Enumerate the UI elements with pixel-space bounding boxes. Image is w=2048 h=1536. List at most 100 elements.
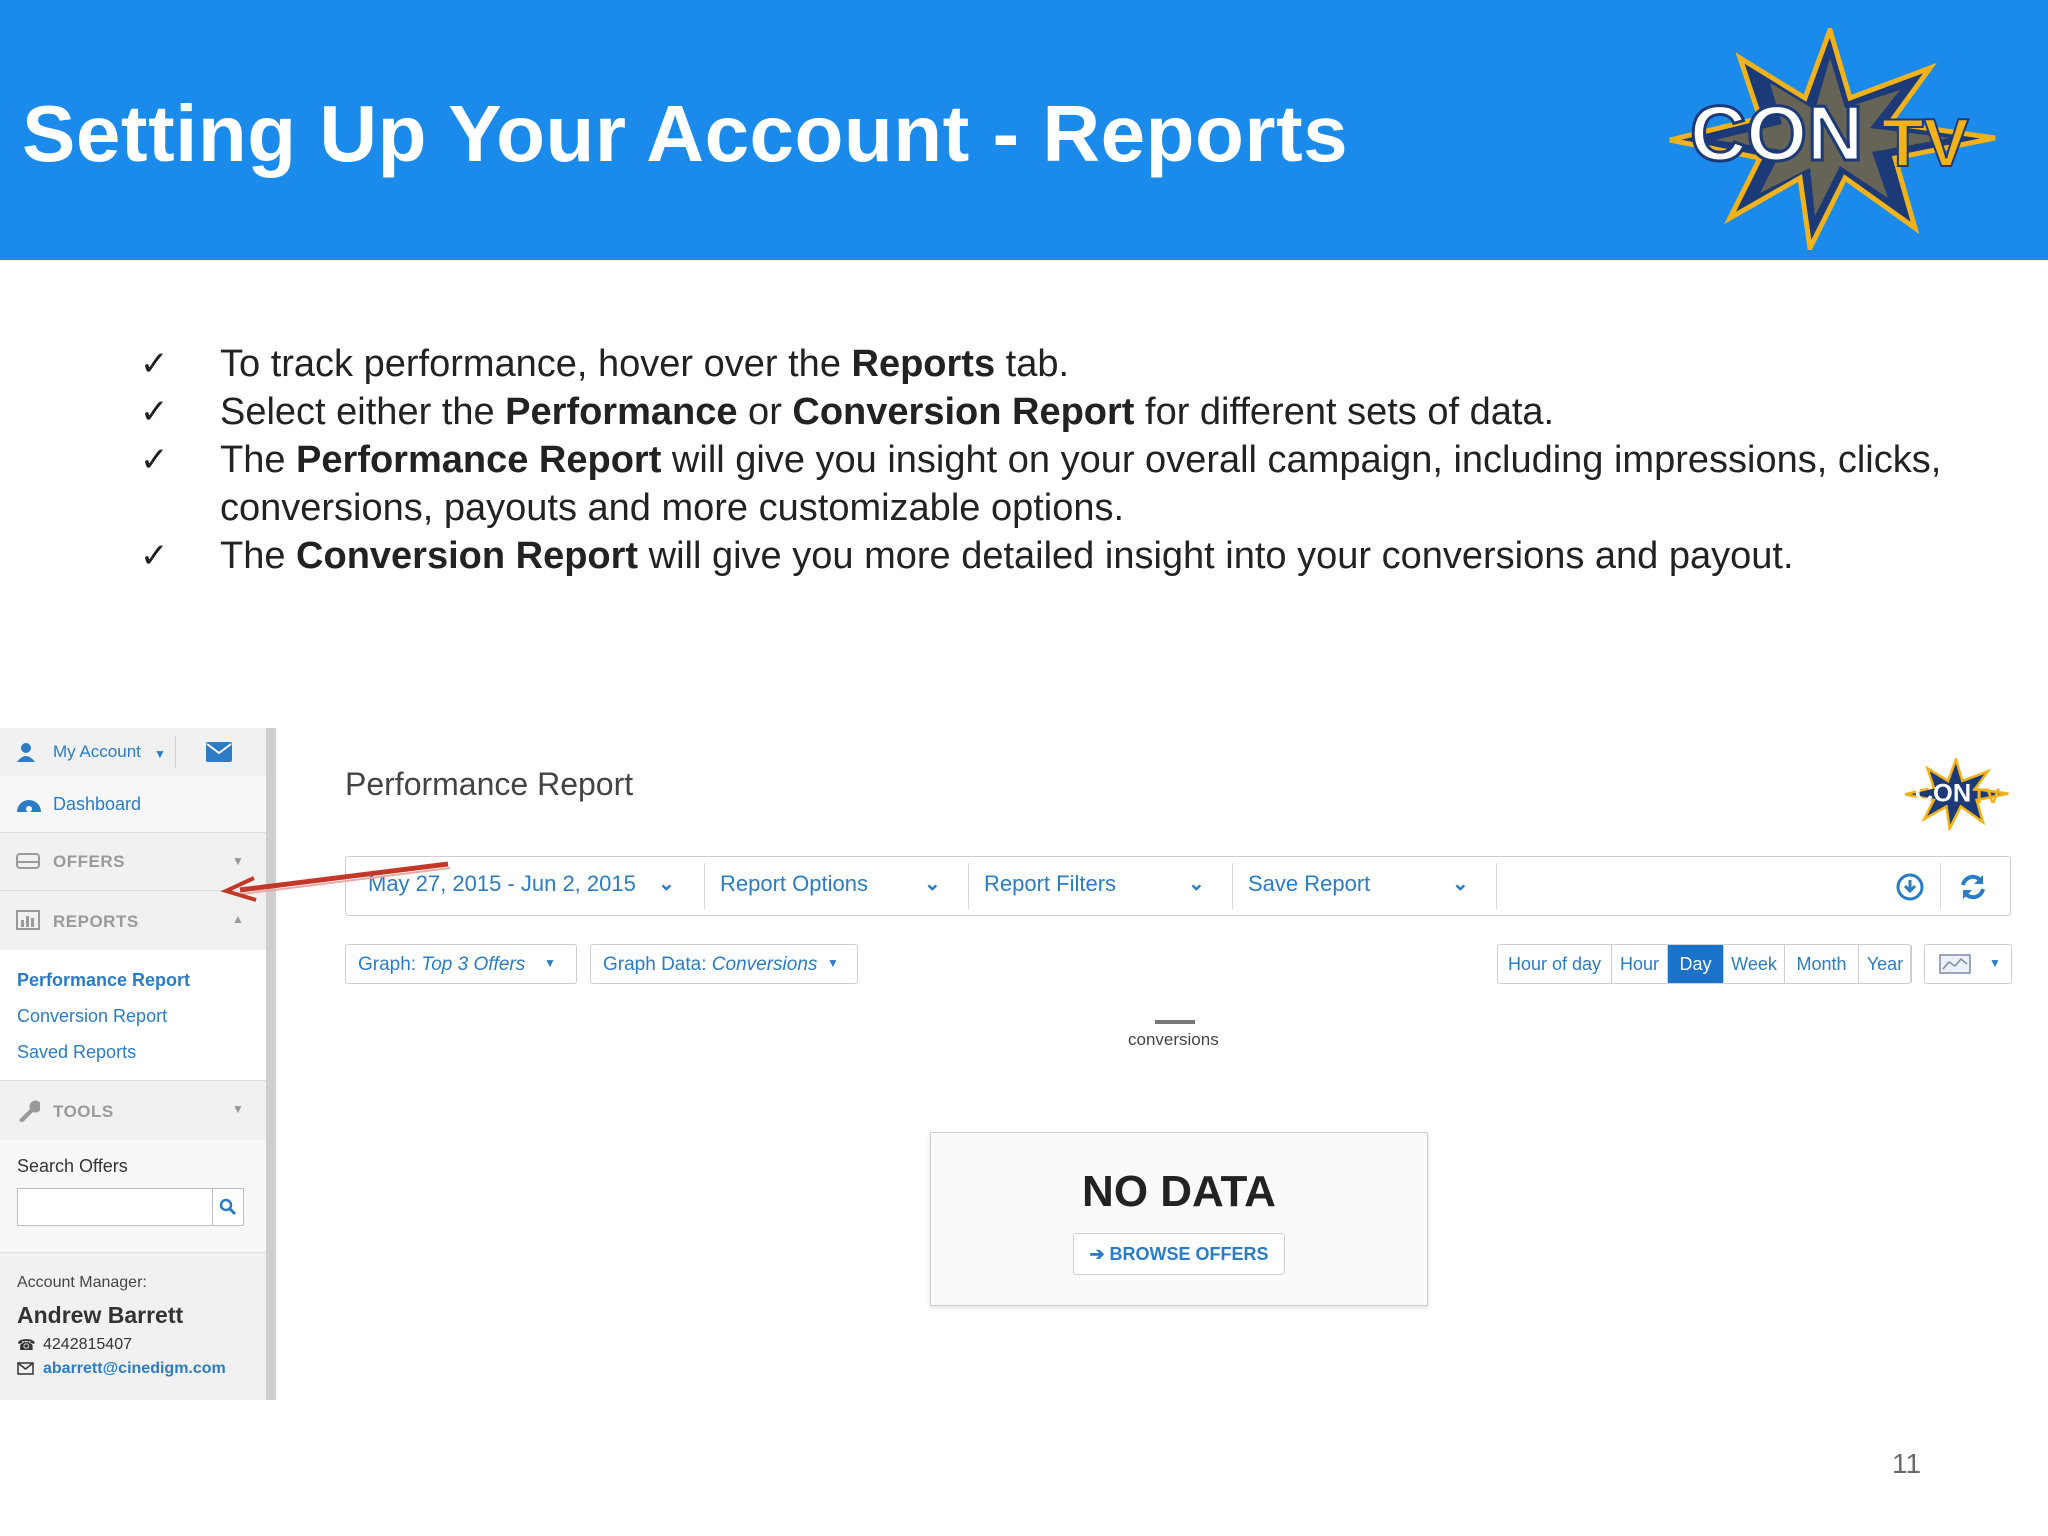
no-data-panel: NO DATA ➔ BROWSE OFFERS (930, 1132, 1428, 1306)
chevron-down-icon: ▼ (544, 956, 556, 970)
contv-small-logo: CON TV (1904, 758, 2009, 830)
bullet-text: tab. (995, 343, 1070, 385)
time-segment-group: Hour of day Hour Day Week Month Year (1497, 944, 1912, 984)
bullet-text: To track performance, hover over the (220, 343, 852, 385)
chevron-down-icon: ▼ (827, 956, 839, 970)
chevron-up-icon: ▲ (232, 912, 244, 926)
search-offers-label: Search Offers (17, 1156, 128, 1176)
bullet-text: Conversion Report (792, 391, 1135, 433)
report-title: Performance Report (345, 766, 634, 802)
account-manager-label: Account Manager: (17, 1274, 147, 1291)
saved-reports-link[interactable]: Saved Reports (17, 1042, 136, 1063)
sidebar-item-dashboard[interactable]: Dashboard (0, 776, 266, 833)
sidebar: My Account ▼ Dashboard OFFERS ▼ REPORTS … (0, 728, 276, 1400)
chart-type-dropdown[interactable]: ▼ (1924, 944, 2012, 984)
chevron-down-icon: ⌄ (658, 873, 675, 895)
conversion-report-link[interactable]: Conversion Report (17, 1006, 167, 1027)
bullet-list: ✓ To track performance, hover over the Re… (140, 340, 1980, 580)
segment-month[interactable]: Month (1785, 945, 1859, 983)
embedded-screenshot: My Account ▼ Dashboard OFFERS ▼ REPORTS … (0, 728, 2012, 1400)
reports-icon (16, 910, 40, 930)
checkmark-icon: ✓ (140, 440, 169, 480)
search-icon (219, 1198, 237, 1216)
search-offers-section: Search Offers (0, 1140, 266, 1253)
browse-offers-button[interactable]: ➔ BROWSE OFFERS (1073, 1233, 1285, 1275)
wrench-icon (19, 1100, 40, 1122)
logo-text: CON (1690, 89, 1863, 177)
segment-week[interactable]: Week (1724, 945, 1785, 983)
bullet-item: ✓ The Conversion Report will give you mor… (140, 532, 1980, 580)
bullet-text: Conversion Report (296, 535, 639, 577)
phone-icon: ☎ (17, 1337, 36, 1354)
segment-hour-of-day[interactable]: Hour of day (1498, 945, 1612, 983)
manager-email-link[interactable]: abarrett@cinedigm.com (43, 1360, 226, 1378)
bullet-text: for different sets of data. (1134, 391, 1555, 433)
manager-phone: 4242815407 (43, 1336, 132, 1353)
legend-label: conversions (1128, 1030, 1219, 1049)
report-options-dropdown[interactable]: Report Options (720, 871, 868, 897)
bullet-text: Select either the (220, 391, 506, 433)
checkmark-icon: ✓ (140, 392, 169, 432)
search-button[interactable] (212, 1188, 244, 1226)
bullet-text: Performance (505, 391, 738, 433)
chevron-down-icon: ⌄ (1188, 873, 1205, 895)
reports-label: REPORTS (53, 912, 139, 931)
save-report-dropdown[interactable]: Save Report (1248, 871, 1370, 897)
segment-year[interactable]: Year (1859, 945, 1912, 983)
checkmark-icon: ✓ (140, 536, 169, 576)
bullet-text: Reports (851, 343, 996, 385)
report-toolbar: May 27, 2015 - Jun 2, 2015 ⌄ Report Opti… (345, 856, 2011, 916)
envelope-icon (17, 1362, 34, 1375)
browse-offers-label: BROWSE OFFERS (1109, 1244, 1269, 1264)
report-filters-dropdown[interactable]: Report Filters (984, 871, 1116, 897)
bullet-text: The (220, 439, 297, 481)
tools-label: TOOLS (53, 1102, 114, 1121)
segment-hour[interactable]: Hour (1612, 945, 1668, 983)
offers-icon (16, 853, 40, 869)
account-row: My Account ▼ (0, 728, 266, 777)
slide-title: Setting Up Your Account - Reports (22, 89, 1349, 178)
checkmark-icon: ✓ (140, 344, 169, 384)
performance-report-link[interactable]: Performance Report (17, 970, 190, 991)
graph-label: Graph: (358, 954, 422, 975)
offers-label: OFFERS (53, 852, 125, 871)
bullet-text: Performance Report (296, 439, 662, 481)
chevron-down-icon: ▼ (1989, 956, 2001, 970)
chevron-down-icon: ⌄ (924, 873, 941, 895)
chart-icon (1939, 954, 1971, 974)
account-manager-section: Account Manager: Andrew Barrett ☎ 424281… (0, 1252, 266, 1400)
svg-text:CON: CON (1915, 780, 1971, 808)
my-account-link[interactable]: My Account (53, 742, 141, 762)
mail-icon[interactable] (206, 742, 232, 762)
svg-text:TV: TV (1973, 783, 2001, 808)
annotation-arrow (220, 861, 451, 902)
segment-day[interactable]: Day (1668, 945, 1724, 983)
bullet-item: ✓ To track performance, hover over the Re… (140, 340, 1980, 388)
bullet-item: ✓ Select either the Performance or Conver… (140, 388, 1980, 436)
chevron-down-icon: ▼ (232, 1102, 244, 1116)
bullet-text: or (737, 391, 793, 433)
manager-name: Andrew Barrett (17, 1302, 184, 1328)
no-data-text: NO DATA (1082, 1167, 1276, 1216)
chevron-down-icon: ⌄ (1452, 873, 1469, 895)
graph-data-dropdown[interactable]: Graph Data: Conversions ▼ (590, 944, 858, 984)
svg-text:TV: TV (1882, 105, 1969, 181)
refresh-icon[interactable] (1958, 873, 1988, 901)
dashboard-link[interactable]: Dashboard (53, 794, 141, 815)
graph-data-label: Graph Data: (603, 954, 712, 975)
search-offers-input[interactable] (17, 1188, 243, 1226)
page-number: 11 (1892, 1448, 1922, 1479)
graph-dropdown[interactable]: Graph: Top 3 Offers ▼ (345, 944, 577, 984)
bullet-text: The (220, 535, 297, 577)
chevron-down-icon: ▼ (154, 747, 166, 761)
user-icon (17, 743, 35, 762)
bullet-item: ✓ The Performance Report will give you in… (140, 436, 1980, 532)
bullet-text: will give you more detailed insight into… (638, 535, 1794, 577)
dashboard-icon (17, 800, 41, 812)
download-icon[interactable] (1896, 873, 1924, 901)
sidebar-item-tools[interactable]: TOOLS ▼ (0, 1080, 266, 1141)
contv-logo: CON TV (1669, 28, 1996, 250)
legend-swatch (1155, 1020, 1195, 1024)
arrow-right-icon: ➔ (1089, 1244, 1110, 1264)
graph-value: Top 3 Offers (421, 954, 526, 975)
